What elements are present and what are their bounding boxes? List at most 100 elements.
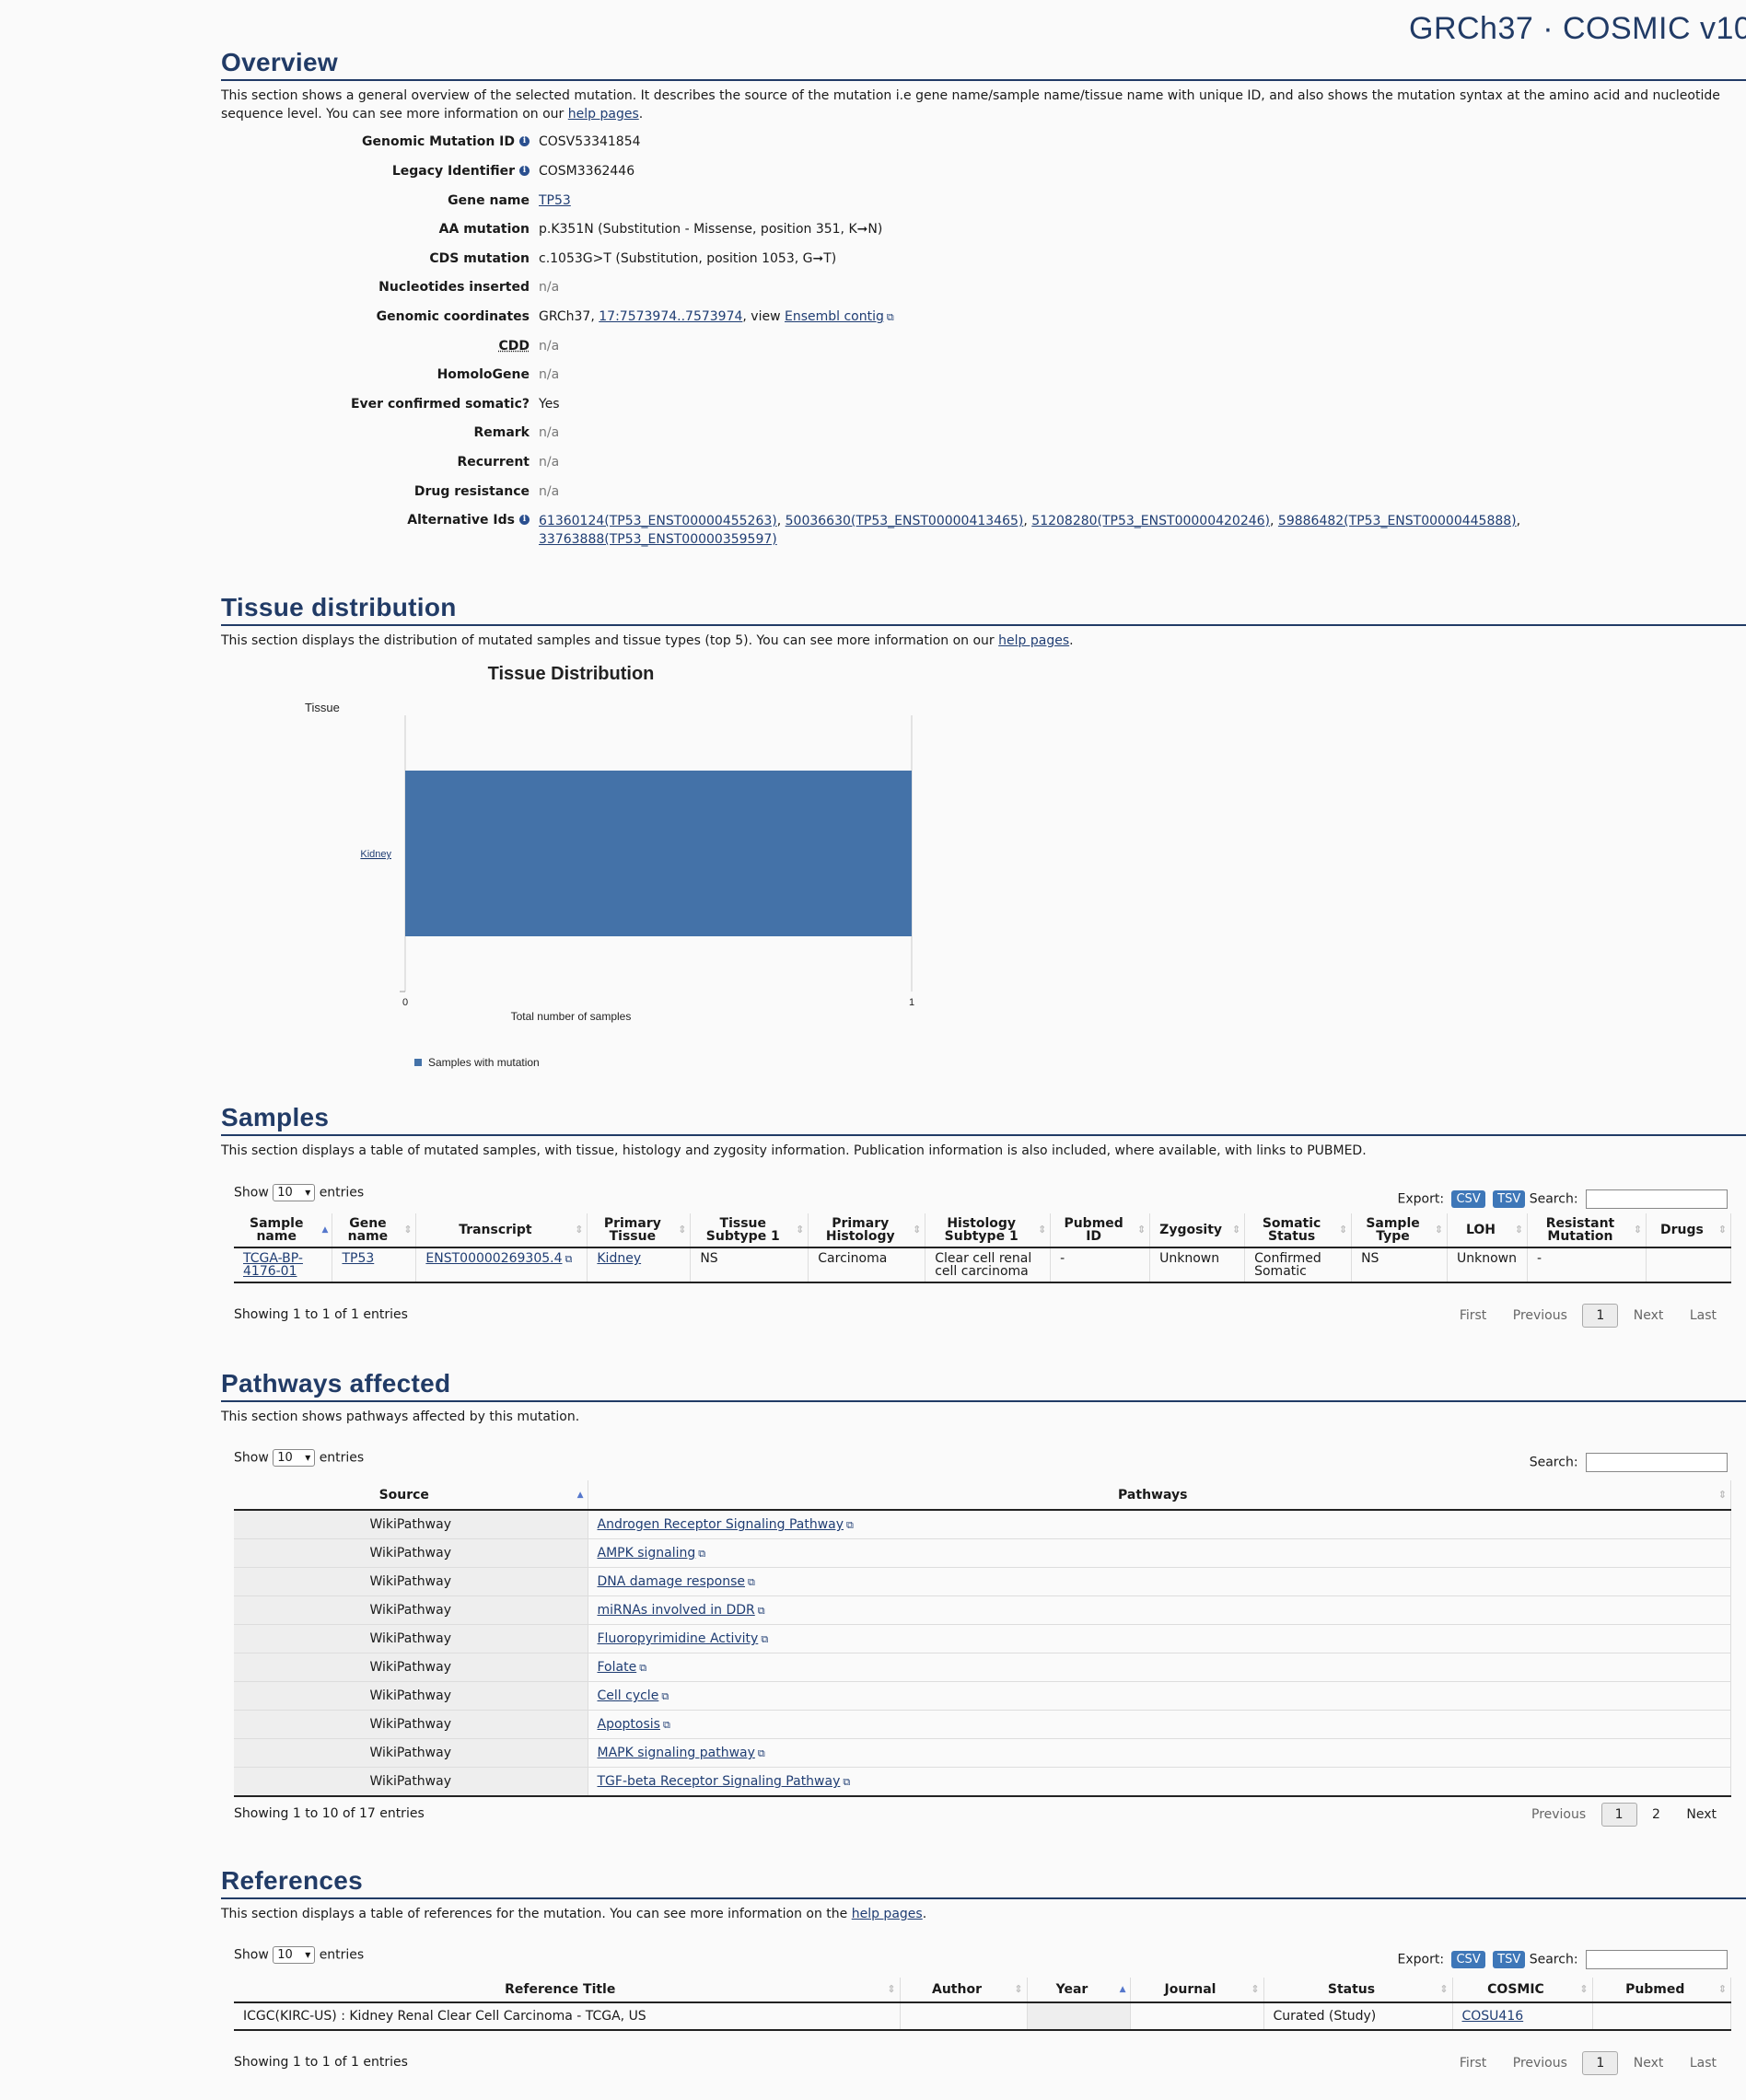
export-csv-button[interactable]: CSV (1451, 1190, 1485, 1208)
info-icon[interactable]: i (519, 136, 530, 146)
tissue-section: Tissue distribution This section display… (221, 593, 1746, 650)
pathway-link[interactable]: TGF-beta Receptor Signaling Pathway (598, 1774, 851, 1789)
genomic-mutation-id-value: COSV53341854 (539, 134, 641, 149)
overview-help-link[interactable]: help pages (568, 107, 639, 122)
table-row: TCGA-BP-4176-01 TP53 ENST00000269305.4 K… (234, 1247, 1732, 1283)
page-2-button[interactable]: 2 (1641, 1804, 1671, 1826)
tissue-help-link[interactable]: help pages (998, 633, 1069, 648)
references-table: Reference Title Author Year Journal Stat… (234, 1978, 1731, 2031)
homologene-value: n/a (539, 367, 560, 382)
overview-description: This section shows a general overview of… (221, 87, 1731, 123)
col-header[interactable]: Zygosity (1149, 1213, 1246, 1248)
pubmed-cell: - (1050, 1247, 1151, 1283)
first-button[interactable]: First (1449, 1305, 1497, 1327)
col-header[interactable]: Transcript (415, 1213, 588, 1248)
col-header[interactable]: Year (1027, 1978, 1131, 2003)
col-header[interactable]: Source (234, 1480, 588, 1511)
field-aa-mutation: AA mutation p.K351N (Substitution - Miss… (221, 222, 1731, 242)
previous-button[interactable]: Previous (1502, 2052, 1578, 2074)
col-header[interactable]: Tissue Subtype 1 (690, 1213, 809, 1248)
alt-id-link[interactable]: 51208280(TP53_ENST00000420246) (1031, 514, 1270, 528)
sample-name-link[interactable]: TCGA-BP-4176-01 (243, 1251, 303, 1279)
references-search-input[interactable] (1586, 1950, 1728, 1969)
col-header[interactable]: Resistant Mutation (1527, 1213, 1647, 1248)
cosmic-study-link[interactable]: COSU416 (1462, 2009, 1524, 2024)
alt-id-link[interactable]: 61360124(TP53_ENST00000455263) (539, 514, 777, 528)
previous-button[interactable]: Previous (1502, 1305, 1578, 1327)
export-tsv-button[interactable]: TSV (1493, 1190, 1526, 1208)
col-header[interactable]: Journal (1130, 1978, 1264, 2003)
export-tsv-button[interactable]: TSV (1493, 1951, 1526, 1968)
pathway-source-cell: WikiPathway (234, 1567, 588, 1596)
pathway-link[interactable]: Androgen Receptor Signaling Pathway (598, 1517, 854, 1532)
last-button[interactable]: Last (1679, 2052, 1728, 2074)
next-button[interactable]: Next (1675, 1804, 1728, 1826)
pathway-link[interactable]: DNA damage response (598, 1574, 755, 1589)
transcript-link[interactable]: ENST00000269305.4 (425, 1251, 572, 1266)
table-row: WikiPathway MAPK signaling pathway (234, 1738, 1731, 1768)
page-1-button[interactable]: 1 (1600, 1803, 1637, 1827)
page-length-select[interactable]: 10 (273, 1184, 316, 1201)
gene-name-link[interactable]: TP53 (539, 193, 571, 208)
pathways-search-input[interactable] (1586, 1453, 1728, 1472)
category-label-link[interactable]: Kidney (360, 849, 391, 860)
references-help-link[interactable]: help pages (852, 1907, 923, 1921)
coordinates-link[interactable]: 17:7573974..7573974 (599, 309, 742, 324)
pathways-section: Pathways affected This section shows pat… (221, 1369, 1746, 1426)
pathway-link[interactable]: AMPK signaling (598, 1546, 706, 1560)
info-icon[interactable]: i (519, 515, 530, 525)
bar-kidney[interactable] (405, 771, 912, 936)
pathway-link[interactable]: miRNAs involved in DDR (598, 1603, 765, 1618)
tissue-link[interactable]: Kidney (597, 1251, 641, 1266)
col-header[interactable]: Drugs (1646, 1213, 1732, 1248)
ensembl-contig-link[interactable]: Ensembl contig (785, 309, 894, 324)
legend-label: Samples with mutation (428, 1056, 540, 1069)
pathway-link[interactable]: MAPK signaling pathway (598, 1746, 765, 1760)
page-button[interactable]: 1 (1582, 1304, 1619, 1328)
next-button[interactable]: Next (1623, 1305, 1675, 1327)
samples-search-input[interactable] (1586, 1189, 1728, 1209)
col-header[interactable]: Gene name (332, 1213, 417, 1248)
gene-link[interactable]: TP53 (342, 1251, 374, 1266)
alt-id-link[interactable]: 59886482(TP53_ENST00000445888) (1278, 514, 1517, 528)
col-header[interactable]: Primary Histology (808, 1213, 926, 1248)
previous-button[interactable]: Previous (1520, 1804, 1597, 1826)
references-footer: Showing 1 to 1 of 1 entries First Previo… (234, 2051, 1731, 2083)
page-length-select[interactable]: 10 (273, 1449, 316, 1467)
col-header[interactable]: Reference Title (234, 1978, 901, 2003)
last-button[interactable]: Last (1679, 1305, 1728, 1327)
col-header[interactable]: COSMIC (1452, 1978, 1593, 2003)
col-header[interactable]: LOH (1447, 1213, 1528, 1248)
col-header[interactable]: Pathways (588, 1480, 1731, 1511)
samples-footer: Showing 1 to 1 of 1 entries First Previo… (234, 1304, 1731, 1335)
pathway-link[interactable]: Cell cycle (598, 1688, 669, 1703)
col-header[interactable]: Primary Tissue (587, 1213, 692, 1248)
pathway-link[interactable]: Apoptosis (598, 1717, 670, 1732)
col-header[interactable]: Sample Type (1351, 1213, 1449, 1248)
pathway-link[interactable]: Folate (598, 1660, 647, 1675)
site-title: GRCh37 · COSMIC v102 (1409, 11, 1746, 46)
col-header[interactable]: Status (1263, 1978, 1453, 2003)
col-header[interactable]: Author (900, 1978, 1028, 2003)
col-header[interactable]: Pubmed (1592, 1978, 1731, 2003)
page-button[interactable]: 1 (1582, 2051, 1619, 2075)
category-labels: Kidney (360, 849, 391, 860)
export-csv-button[interactable]: CSV (1451, 1951, 1485, 1968)
col-header[interactable]: Histology Subtype 1 (925, 1213, 1052, 1248)
field-label: AA mutation (438, 222, 530, 237)
field-alternative-ids: Alternative Ids i 61360124(TP53_ENST00000… (221, 513, 1731, 550)
pathway-link[interactable]: Fluoropyrimidine Activity (598, 1631, 769, 1646)
col-header[interactable]: Pubmed ID (1050, 1213, 1151, 1248)
page-length-select[interactable]: 10 (273, 1946, 316, 1964)
references-desc-text: This section displays a table of referen… (221, 1907, 852, 1921)
pathway-source-cell: WikiPathway (234, 1767, 588, 1797)
alt-id-link[interactable]: 50036630(TP53_ENST00000413465) (786, 514, 1024, 528)
col-header[interactable]: Somatic Status (1244, 1213, 1353, 1248)
col-header[interactable]: Sample name (234, 1213, 333, 1248)
next-button[interactable]: Next (1623, 2052, 1675, 2074)
first-button[interactable]: First (1449, 2052, 1497, 2074)
alt-id-link[interactable]: 33763888(TP53_ENST00000359597) (539, 532, 777, 547)
pathways-controls: Show 10 entries Search: (234, 1449, 1731, 1477)
info-icon[interactable]: i (519, 166, 530, 176)
references-heading: References (221, 1866, 1746, 1899)
